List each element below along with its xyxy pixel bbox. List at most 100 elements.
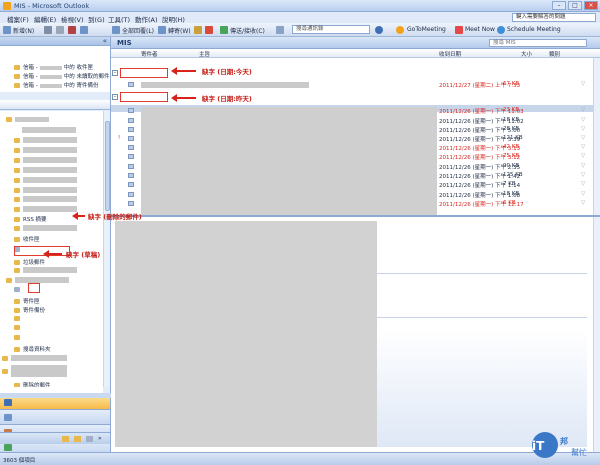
flag-icon[interactable] [205, 26, 213, 34]
schedule-meeting-button[interactable]: Schedule Meeting [507, 26, 561, 33]
message-row[interactable]: 2011/12/26 (星期一) 下午 1:42 125 KB ▽ [111, 172, 600, 180]
close-button[interactable]: × [584, 1, 598, 10]
reading-scrollbar[interactable] [593, 217, 600, 452]
flag-icon[interactable]: ▽ [581, 126, 585, 132]
folder-header: MIS 搜尋 MIS [111, 37, 600, 49]
print-icon[interactable] [44, 26, 52, 34]
configure-buttons-icon[interactable]: » [98, 435, 102, 442]
tree-folder[interactable] [22, 127, 76, 134]
col-category[interactable]: 類別 [549, 50, 560, 58]
message-row[interactable]: 2011/12/26 (星期一) 下午 5:00 28 KB ▽ [111, 126, 600, 134]
tree-mailbox[interactable] [6, 117, 49, 123]
help-search-input[interactable]: 鍵入需要解答的問題 [512, 13, 596, 22]
col-received[interactable]: 收到日期 [439, 50, 461, 58]
gotomeeting-button[interactable]: GoToMeeting [407, 26, 446, 33]
reply-icon[interactable] [80, 26, 88, 34]
message-row[interactable]: 2011/12/26 (星期一) 下午 12:17 6 KB ▽ [111, 200, 600, 208]
collapse-chevron-icon[interactable]: « [103, 37, 107, 45]
tree-folder[interactable] [14, 225, 77, 232]
tree-drafts[interactable] [14, 287, 23, 293]
message-row[interactable]: 2011/12/26 (星期一) 下午 3:12 75 KB ▽ [111, 153, 600, 161]
message-row[interactable]: 2011/12/26 (星期一) 下午 3:13 42 KB ▽ [111, 144, 600, 152]
notes-icon[interactable] [86, 436, 93, 442]
flag-icon[interactable]: ▽ [581, 153, 585, 159]
message-row[interactable]: 2011/12/27 (星期二) 上午 7:33 67 KB ▽ [111, 81, 600, 89]
tree-folder[interactable] [14, 335, 23, 341]
flag-icon[interactable]: ▽ [581, 181, 585, 187]
col-from[interactable]: 寄件者 [141, 50, 158, 58]
minimize-button[interactable]: – [552, 1, 566, 10]
new-mail-icon [3, 26, 11, 34]
forward-button[interactable]: 轉寄(W) [168, 26, 191, 35]
flag-icon[interactable]: ▽ [581, 107, 585, 113]
tree-folder[interactable] [14, 325, 23, 331]
tree-folder[interactable] [14, 196, 77, 203]
help-icon[interactable] [375, 26, 383, 34]
message-row[interactable]: ! 2011/12/26 (星期一) 下午 3:39 121 KB ▽ [111, 135, 600, 143]
collapse-icon[interactable]: – [112, 94, 118, 100]
message-row[interactable]: 2011/12/26 (星期一) 下午 1:08 18 KB ▽ [111, 191, 600, 199]
collapse-icon[interactable]: – [112, 70, 118, 76]
col-size[interactable]: 大小 [521, 50, 532, 58]
folder-icon [14, 206, 20, 212]
flag-icon[interactable]: ▽ [581, 172, 585, 178]
flag-icon[interactable]: ▽ [581, 81, 585, 87]
search-folder-icon [14, 347, 20, 352]
tree-rss[interactable]: RSS 摘要 [14, 215, 47, 223]
tree-folder[interactable] [14, 157, 77, 164]
tree-junk[interactable]: 垃圾郵件 [14, 258, 45, 266]
message-row[interactable]: 2011/12/26 (星期一) 下午 11:02 18 KB ▽ [111, 117, 600, 125]
folder-search-input[interactable]: 搜尋 MIS [489, 39, 587, 47]
tree-folder[interactable] [14, 137, 77, 144]
folder-list-header[interactable] [0, 100, 110, 110]
tree-folder[interactable] [14, 167, 77, 174]
shortcuts-icon[interactable] [74, 436, 81, 442]
message-row[interactable]: 2011/12/26 (星期一) 下午 1:14 7 KB ▽ [111, 181, 600, 189]
fav-item-sent[interactable]: 信箱 - 中的 寄件備份 [14, 81, 98, 89]
tree-mailbox-3[interactable] [2, 365, 67, 377]
mailbox-icon [2, 368, 8, 374]
envelope-icon [128, 201, 134, 206]
fav-item-unread[interactable]: 信箱 - 中的 未讀取的郵件 [14, 72, 109, 80]
flag-icon[interactable]: ▽ [581, 135, 585, 141]
flag-icon[interactable]: ▽ [581, 163, 585, 169]
message-row[interactable]: 2011/12/26 (星期一) 下午 2:35 90 KB ▽ [111, 163, 600, 171]
envelope-icon [128, 136, 134, 141]
calendar-nav-button[interactable] [0, 409, 110, 424]
tree-mailbox-2[interactable] [2, 355, 67, 362]
annotation-today: 缺字 (日期:今天) [202, 68, 252, 76]
category-icon[interactable] [194, 26, 202, 34]
tree-folder[interactable] [14, 267, 77, 274]
address-search-input[interactable]: 搜尋通訊錄 [292, 25, 370, 34]
tree-outbox[interactable]: 寄件匣 [14, 297, 40, 305]
list-scrollbar[interactable] [593, 58, 600, 215]
meet-now-button[interactable]: Meet Now [465, 26, 495, 33]
new-button[interactable]: 新增(N) [13, 26, 34, 35]
flag-icon[interactable]: ▽ [581, 200, 585, 206]
maximize-button[interactable]: □ [568, 1, 582, 10]
flag-icon[interactable]: ▽ [581, 191, 585, 197]
move-icon[interactable] [56, 26, 64, 34]
tree-sent[interactable]: 寄件備份 [14, 306, 45, 314]
tree-folder[interactable] [14, 147, 77, 154]
delete-icon[interactable] [68, 26, 76, 34]
folder-list-icon[interactable] [62, 436, 69, 442]
address-book-icon[interactable] [276, 26, 284, 34]
tree-folder[interactable] [14, 177, 77, 184]
folder-icon [14, 137, 20, 143]
send-receive-button[interactable]: 傳送/接收(C) [230, 26, 265, 35]
flag-icon[interactable]: ▽ [581, 144, 585, 150]
tree-inbox[interactable]: 收件匣 [14, 235, 40, 243]
tree-folder[interactable] [14, 187, 77, 194]
tree-search-folders[interactable]: 搜尋資料夾 [14, 345, 51, 353]
flag-icon[interactable]: ▽ [581, 117, 585, 123]
folder-icon [14, 157, 20, 163]
tree-folder[interactable] [14, 206, 77, 213]
message-row[interactable]: 2011/12/26 (星期一) 下午 11:03 23 KB ▽ [111, 107, 600, 115]
tree-folder[interactable] [14, 316, 23, 322]
fav-item-inbox[interactable]: 信箱 - 中的 收件匣 [14, 63, 93, 71]
reply-all-button[interactable]: 全部回覆(L) [122, 26, 154, 35]
scroll-thumb[interactable] [105, 121, 110, 211]
col-subject[interactable]: 主旨 [199, 50, 210, 58]
folder-scrollbar[interactable] [103, 111, 110, 387]
